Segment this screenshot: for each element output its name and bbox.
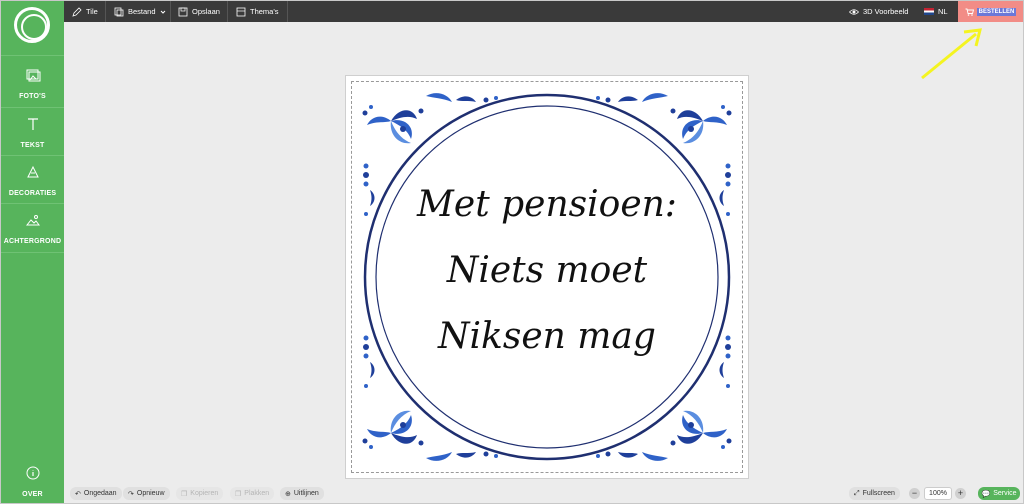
paste-label: Plakken [244,490,270,497]
decorations-icon [26,165,39,178]
undo-button[interactable]: ↶ Ongedaan [70,487,122,500]
service-button[interactable]: 💬 Service [978,487,1020,500]
chevron-down-icon [160,10,165,14]
save-button[interactable]: Opslaan [178,1,220,22]
sidebar-divider [1,203,64,204]
logo-icon[interactable] [14,7,50,43]
file-icon [114,7,124,16]
toolbar-divider [227,1,228,22]
dutch-flag-icon [924,8,934,15]
undo-icon: ↶ [75,490,81,498]
paste-button[interactable]: ❐ Plakken [230,487,275,500]
fullscreen-button[interactable]: ⤢ Fullscreen [849,487,900,500]
themes-label: Thema's [250,7,279,16]
design-canvas: Met pensioen: Niets moet Niksen mag [64,22,1023,484]
copy-button[interactable]: ❐ Kopieren [176,487,224,500]
save-icon [178,7,188,16]
sidebar-item-label: ACHTERGROND [3,238,62,245]
preview-label: 3D Voorbeeld [863,7,909,16]
sidebar-item-label: OVER [22,491,43,498]
zoom-out-button[interactable]: − [909,488,920,499]
sidebar-divider [1,55,64,56]
toolbar-divider [105,1,106,22]
tile-label: Tile [86,7,98,16]
copy-icon: ❐ [181,490,188,498]
sidebar-item-photos[interactable]: FOTO'S [1,63,64,111]
align-button[interactable]: ⊕ Uitlijnen [280,487,324,500]
redo-button[interactable]: ↷ Opnieuw [123,487,170,500]
language-label: NL [938,7,948,16]
file-label: Bestand [128,7,156,16]
redo-icon: ↷ [128,490,134,498]
service-label: Service [993,490,1017,497]
annotation-arrow-icon [921,28,982,80]
fullscreen-label: Fullscreen [862,490,895,497]
sidebar: FOTO'S TEKST DECORATIES ACHTERGROND OVER [1,1,64,503]
tile-text-line-3[interactable]: Niksen mag [406,316,688,357]
zoom-level: 100% [924,487,952,500]
sidebar-item-label: TEKST [20,142,45,149]
toolbar-divider [287,1,288,22]
tile-preview[interactable]: Met pensioen: Niets moet Niksen mag [346,76,748,478]
paste-icon: ❐ [235,490,242,498]
sidebar-item-background[interactable]: ACHTERGROND [1,208,64,256]
tile-menu-button[interactable]: Tile [72,1,98,22]
text-icon [27,118,38,130]
photo-icon [26,69,40,82]
bottom-toolbar: ↶ Ongedaan ↷ Opnieuw ❐ Kopieren ❐ Plakke… [64,484,1023,503]
sidebar-item-decorations[interactable]: DECORATIES [1,160,64,208]
tile-text-line-1[interactable]: Met pensioen: [406,184,688,225]
order-label: BESTELLEN [976,7,1017,16]
chat-icon: 💬 [981,490,991,498]
sidebar-divider [1,107,64,108]
sidebar-divider [1,155,64,156]
tile-text-line-2[interactable]: Niets moet [406,250,688,291]
fullscreen-icon: ⤢ [854,489,860,497]
redo-label: Opnieuw [136,490,165,497]
eye-icon [849,8,859,15]
copy-label: Kopieren [190,490,219,497]
zoom-in-button[interactable]: + [955,488,966,499]
align-label: Uitlijnen [293,490,319,497]
info-icon [26,466,39,480]
align-icon: ⊕ [285,490,291,498]
3d-preview-button[interactable]: 3D Voorbeeld [849,1,908,22]
toolbar-divider [170,1,171,22]
sidebar-item-label: FOTO'S [19,93,46,100]
sidebar-divider [1,252,64,253]
language-selector[interactable]: NL [924,1,948,22]
themes-button[interactable]: Thema's [236,1,279,22]
order-button[interactable]: BESTELLEN [958,1,1023,22]
themes-icon [236,7,246,16]
background-icon [25,215,40,226]
cart-icon [965,8,974,16]
sidebar-item-label: DECORATIES [8,190,57,197]
top-toolbar: Tile Bestand Opslaan Thema's 3D Voorbeel… [64,1,1023,22]
undo-label: Ongedaan [83,490,117,497]
save-label: Opslaan [192,7,220,16]
file-menu-button[interactable]: Bestand [114,1,166,22]
pencil-icon [72,6,82,17]
sidebar-item-about[interactable]: OVER [1,461,64,504]
sidebar-item-text[interactable]: TEKST [1,112,64,160]
